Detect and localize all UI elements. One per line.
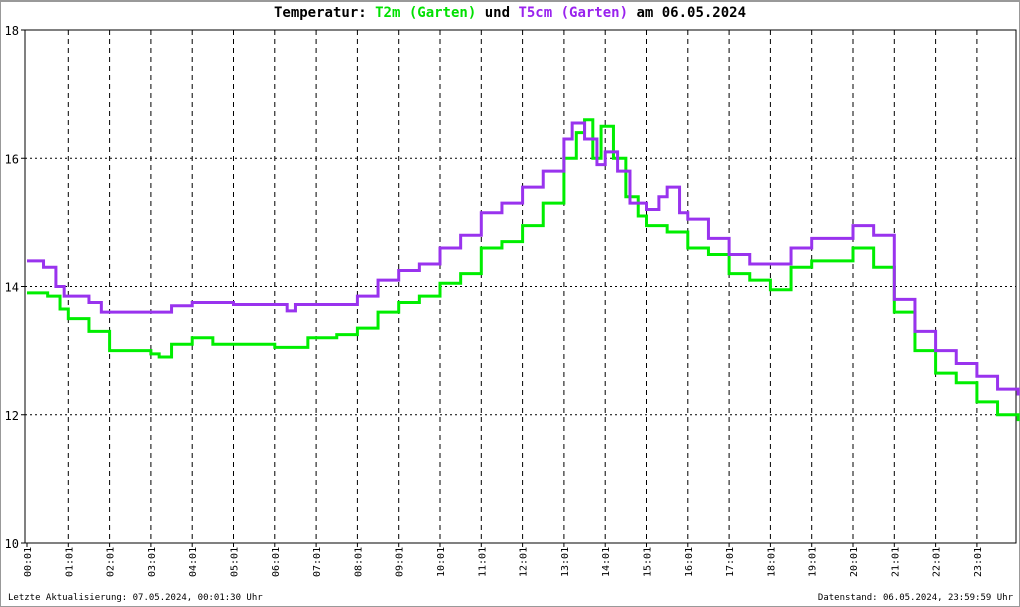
y-tick-label: 16 [5,152,19,166]
last-update-text: Letzte Aktualisierung: 07.05.2024, 00:01… [8,593,263,603]
x-tick-label: 04:01 [188,547,199,577]
x-tick-label: 19:01 [808,547,819,577]
temperature-chart: 10 12 14 16 18 00:01 01:01 02:01 03:01 04:01 05:01… [5,24,1020,577]
y-tick-label: 18 [5,24,19,38]
x-tick-label: 13:01 [560,547,571,577]
x-tick-label: 08:01 [353,547,364,577]
x-tick-label: 12:01 [519,547,530,577]
x-tick-label: 01:01 [64,547,75,577]
x-tick-label: 18:01 [766,547,777,577]
x-tick-label: 11:01 [477,547,488,577]
x-tick-label: 21:01 [890,547,901,577]
x-tick-label: 00:01 [23,547,34,577]
x-tick-label: 05:01 [230,547,241,577]
x-tick-label: 10:01 [436,547,447,577]
x-tick-label: 06:01 [271,547,282,577]
x-tick-label: 16:01 [684,547,695,577]
x-tick-label: 14:01 [601,547,612,577]
y-tick-label: 14 [5,281,19,295]
x-tick-label: 02:01 [106,547,117,577]
x-tick-label: 23:01 [973,547,984,577]
x-tick-label: 20:01 [849,547,860,577]
x-tick-label: 03:01 [147,547,158,577]
x-tick-label: 07:01 [312,547,323,577]
x-tick-label: 22:01 [932,547,943,577]
data-status-text: Datenstand: 06.05.2024, 23:59:59 Uhr [817,593,1013,603]
x-tick-label: 15:01 [643,547,654,577]
y-tick-label: 10 [5,537,19,551]
x-tick-label: 09:01 [395,547,406,577]
y-tick-label: 12 [5,409,19,423]
x-tick-label: 17:01 [725,547,736,577]
